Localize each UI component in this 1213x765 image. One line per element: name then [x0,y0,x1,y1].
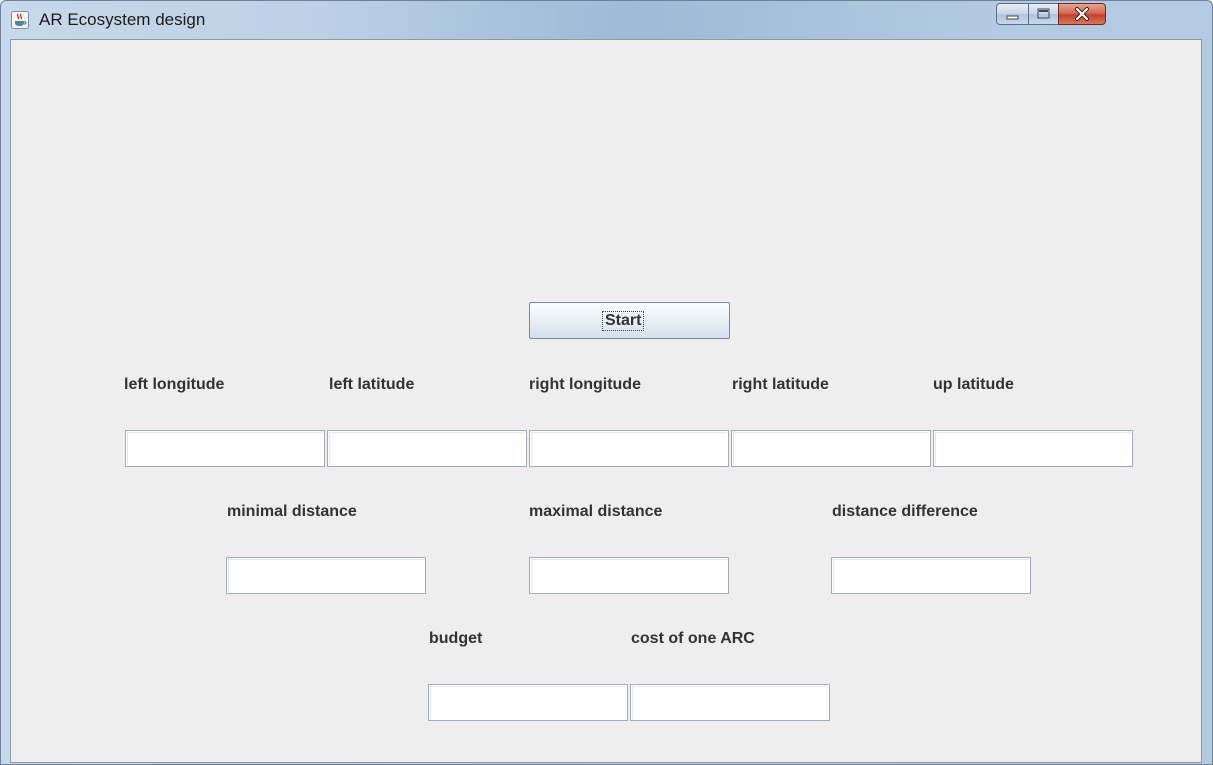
maximal-distance-input[interactable] [529,557,729,594]
arc-cost-label: cost of one ARC [631,630,755,647]
right-longitude-input[interactable] [529,430,729,467]
app-window: AR Ecosystem design Start left longitude… [0,0,1213,765]
java-cup-icon[interactable] [11,11,29,29]
left-longitude-label: left longitude [124,376,225,393]
left-longitude-input[interactable] [125,430,325,467]
minimal-distance-label: minimal distance [227,503,357,520]
start-button-label: Start [602,311,645,331]
budget-input[interactable] [428,684,628,721]
arc-cost-input[interactable] [630,684,830,721]
maximize-button[interactable] [1028,3,1059,25]
distance-difference-input[interactable] [831,557,1031,594]
start-button[interactable]: Start [529,302,730,339]
left-latitude-label: left latitude [329,376,415,393]
close-button[interactable] [1058,3,1106,25]
up-latitude-label: up latitude [933,376,1014,393]
title-bar-glow [321,1,1021,39]
left-latitude-input[interactable] [327,430,527,467]
minimal-distance-input[interactable] [226,557,426,594]
right-longitude-label: right longitude [529,376,641,393]
content-panel: Start left longitude left latitude right… [10,39,1202,763]
up-latitude-input[interactable] [933,430,1133,467]
maximal-distance-label: maximal distance [529,503,663,520]
distance-difference-label: distance difference [832,503,978,520]
title-bar[interactable]: AR Ecosystem design [1,1,1212,39]
minimize-button[interactable] [996,3,1029,25]
budget-label: budget [429,630,483,647]
right-latitude-input[interactable] [731,430,931,467]
right-latitude-label: right latitude [732,376,829,393]
window-title: AR Ecosystem design [39,10,206,29]
